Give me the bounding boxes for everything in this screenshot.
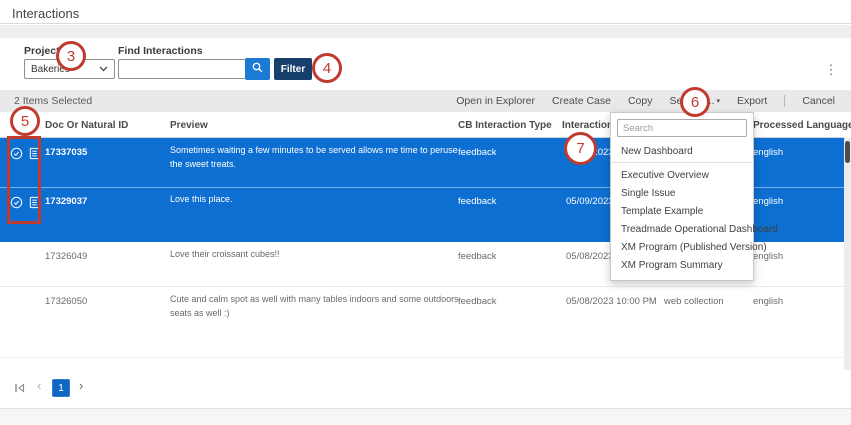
find-interactions-input[interactable] xyxy=(118,59,245,79)
footer-band xyxy=(0,408,851,425)
dropdown-divider xyxy=(611,162,753,163)
callout-6: 6 xyxy=(680,87,710,117)
pagination: ‹ 1 › xyxy=(0,378,300,400)
callout-4: 4 xyxy=(312,53,342,83)
callout-5-highlight-rect xyxy=(7,136,41,224)
row-preview: Love this place. xyxy=(170,193,462,207)
chevron-down-icon: ▾ xyxy=(716,97,720,107)
table-row[interactable]: 17326050 Cute and calm spot as well with… xyxy=(0,287,845,358)
interactions-page: Interactions Project Bakeries Find Inter… xyxy=(0,0,851,425)
next-page-button[interactable]: › xyxy=(79,378,83,393)
row-type: feedback xyxy=(458,296,497,307)
find-interactions-label: Find Interactions xyxy=(118,45,203,57)
search-button[interactable] xyxy=(245,58,270,80)
callout-5: 5 xyxy=(10,106,40,136)
dropdown-item-xm-program-summary[interactable]: XM Program Summary xyxy=(611,256,753,274)
title-bar: Interactions xyxy=(0,0,851,24)
row-date: 05/08/2023 xyxy=(566,251,614,262)
scrollbar-track xyxy=(844,138,851,370)
row-date: 05/09/2023 xyxy=(566,196,614,207)
col-doc-id: Doc Or Natural ID xyxy=(45,120,128,131)
col-interaction: Interaction xyxy=(562,120,613,131)
row-type: feedback xyxy=(458,196,497,207)
col-preview: Preview xyxy=(170,120,208,131)
scrollbar-thumb[interactable] xyxy=(845,141,850,163)
dropdown-item-single-issue[interactable]: Single Issue xyxy=(611,184,753,202)
row-doc-id: 17337035 xyxy=(45,147,87,158)
row-preview: Sometimes waiting a few minutes to be se… xyxy=(170,144,462,172)
row-language: english xyxy=(753,147,783,158)
toolbar-divider xyxy=(784,95,785,107)
row-type: feedback xyxy=(458,251,497,262)
first-page-button[interactable] xyxy=(14,381,30,395)
project-label: Project xyxy=(24,45,60,57)
row-language: english xyxy=(753,196,783,207)
dropdown-item-xm-program-published[interactable]: XM Program (Published Version) xyxy=(611,238,753,256)
cancel-action[interactable]: Cancel xyxy=(802,95,835,107)
row-source: web collection xyxy=(664,296,724,307)
row-type: feedback xyxy=(458,147,497,158)
search-icon xyxy=(252,60,263,78)
dropdown-search-input[interactable] xyxy=(617,119,747,137)
filter-button[interactable]: Filter xyxy=(274,58,312,80)
header-separator-band xyxy=(0,25,851,38)
send-to-dropdown: New Dashboard Executive Overview Single … xyxy=(610,112,754,281)
callout-3: 3 xyxy=(56,41,86,71)
previous-page-button[interactable]: ‹ xyxy=(37,378,41,393)
selection-toolbar: 2 Items Selected Open in Explorer Create… xyxy=(0,90,851,112)
row-language: english xyxy=(753,296,783,307)
copy-action[interactable]: Copy xyxy=(628,95,653,107)
row-doc-id: 17329037 xyxy=(45,196,87,207)
row-preview: Cute and calm spot as well with many tab… xyxy=(170,293,462,321)
col-language: Processed Language xyxy=(753,120,851,131)
callout-7: 7 xyxy=(564,132,597,165)
chevron-down-icon xyxy=(99,64,108,75)
row-doc-id: 17326049 xyxy=(45,251,87,262)
dropdown-item-template-example[interactable]: Template Example xyxy=(611,202,753,220)
row-doc-id: 17326050 xyxy=(45,296,87,307)
dropdown-item-new-dashboard[interactable]: New Dashboard xyxy=(611,142,753,160)
col-type: CB Interaction Type xyxy=(458,120,552,131)
create-case-action[interactable]: Create Case xyxy=(552,95,611,107)
open-in-explorer-action[interactable]: Open in Explorer xyxy=(456,95,535,107)
row-date: 05/08/2023 10:00 PM xyxy=(566,296,657,307)
row-preview: Love their croissant cubes!! xyxy=(170,248,462,262)
dropdown-item-executive-overview[interactable]: Executive Overview xyxy=(611,166,753,184)
kebab-menu-icon[interactable]: ⋮ xyxy=(824,60,838,80)
page-title: Interactions xyxy=(12,6,79,21)
export-action[interactable]: Export xyxy=(737,95,767,107)
current-page-button[interactable]: 1 xyxy=(52,379,70,397)
dropdown-item-treadmade-operational-dashboard[interactable]: Treadmade Operational Dashboard xyxy=(611,220,753,238)
toolbar-actions: Open in Explorer Create Case Copy Send t… xyxy=(456,95,835,107)
